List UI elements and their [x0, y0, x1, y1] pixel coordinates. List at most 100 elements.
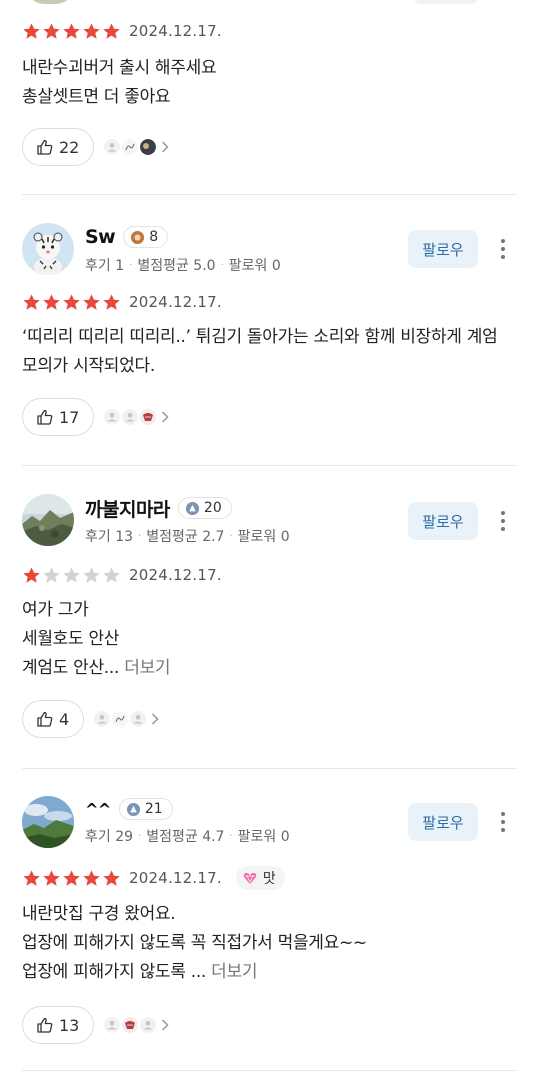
average-rating: 별점평균 4.7	[146, 829, 225, 845]
avatar[interactable]	[22, 796, 74, 848]
person-placeholder-icon	[122, 409, 139, 425]
thumbs-up-icon	[36, 710, 54, 728]
rating-row: 2024.12.17.	[22, 564, 222, 586]
liker-avatars[interactable]	[94, 711, 160, 727]
liker-avatars[interactable]	[104, 409, 170, 425]
level-badge: 20	[177, 497, 232, 519]
review-text: 여가 그가 세월호도 안산 계엄도 안산... 더보기	[22, 596, 517, 683]
review-date: 2024.12.17.	[129, 869, 222, 887]
liker-avatar	[112, 711, 129, 727]
like-count: 22	[59, 137, 80, 157]
review-text-line: 내란수괴버거 출시 해주세요	[22, 58, 217, 78]
follow-button[interactable]: 팔로우	[408, 803, 478, 841]
average-rating: 별점평균 5.0	[137, 258, 216, 274]
user-name-row: 까불지마라 20	[85, 495, 232, 521]
like-button[interactable]: 4	[22, 700, 85, 738]
separator-dot: ·	[220, 259, 224, 271]
chevron-right-icon	[148, 712, 160, 726]
review-count: 후기 13	[85, 529, 134, 545]
separator-dot: ·	[229, 530, 233, 542]
star-empty-icon	[102, 566, 121, 585]
level-number: 20	[203, 500, 222, 516]
review-text-line: 업장에 피해가지 않도록 꼭 직접가서 먹을게요~~	[22, 933, 367, 953]
separator-dot: ·	[138, 530, 142, 542]
star-filled-icon	[22, 22, 41, 41]
liker-avatar	[140, 139, 157, 155]
username[interactable]: ^^	[85, 800, 111, 819]
review-count: 후기 29	[85, 829, 134, 845]
follower-count: 팔로워 0	[228, 258, 281, 274]
follow-button[interactable]	[413, 0, 479, 4]
star-filled-icon	[42, 293, 61, 312]
thumbs-up-icon	[36, 408, 54, 426]
like-button[interactable]: 22	[22, 128, 95, 166]
liker-avatars[interactable]	[104, 1017, 170, 1033]
star-rating	[22, 293, 121, 312]
taste-tag: 맛	[235, 866, 285, 890]
avatar[interactable]	[26, 0, 74, 4]
user-stats: 후기 29 · 별점평균 4.7 · 팔로워 0	[85, 826, 290, 846]
tag-label: 맛	[262, 871, 276, 887]
username[interactable]: 까불지마라	[85, 495, 170, 522]
tiger-avatar-icon	[22, 223, 74, 275]
person-placeholder-icon	[130, 711, 147, 727]
star-filled-icon	[62, 869, 81, 888]
star-filled-icon	[82, 22, 101, 41]
review-text-line: 계엄도 안산... 더보기	[22, 654, 517, 683]
follow-button[interactable]: 팔로우	[408, 230, 478, 268]
see-more-link[interactable]: 더보기	[124, 658, 170, 678]
follower-count: 팔로워 0	[237, 829, 290, 845]
review-card: ^^ 21 후기 29 · 별점평균 4.7 · 팔로워 0 팔로우 2024.…	[0, 769, 537, 1069]
avatar[interactable]	[22, 494, 74, 546]
reaction-row: 17	[22, 398, 170, 436]
like-count: 4	[59, 709, 70, 729]
review-text: ‘띠리리 띠리리 띠리리..’ 튀김기 돌아가는 소리와 함께 비장하게 계엄 …	[22, 323, 517, 381]
blue-rank-icon	[126, 802, 140, 816]
level-badge: 21	[118, 798, 173, 820]
review-text: 내란수괴버거 출시 해주세요 총살셋트면 더 좋아요	[22, 54, 517, 112]
user-name-row: Sw 8	[85, 224, 169, 250]
review-text-line: 업장에 피해가지 않도록 ... 더보기	[22, 958, 517, 987]
thumbs-up-icon	[36, 138, 54, 156]
more-options-icon[interactable]	[494, 234, 512, 264]
review-date: 2024.12.17.	[129, 566, 222, 584]
review-text-line: 내란맛집 구경 왔어요.	[22, 904, 176, 924]
rating-row: 2024.12.17.	[22, 291, 222, 313]
star-rating	[22, 869, 121, 888]
star-filled-icon	[42, 869, 61, 888]
heart-gem-icon	[243, 873, 257, 884]
see-more-link[interactable]: 더보기	[211, 962, 257, 982]
star-filled-icon	[82, 293, 101, 312]
chevron-right-icon	[158, 1018, 170, 1032]
person-placeholder-icon	[104, 139, 121, 155]
review-text-line: 세월호도 안산	[22, 629, 120, 649]
like-button[interactable]: 13	[22, 1006, 95, 1044]
separator-dot: ·	[138, 830, 142, 842]
avatar[interactable]	[22, 223, 74, 275]
person-placeholder-icon	[104, 1017, 121, 1033]
star-empty-icon	[62, 566, 81, 585]
username[interactable]: Sw	[85, 226, 116, 248]
star-filled-icon	[102, 22, 121, 41]
person-placeholder-icon	[94, 711, 111, 727]
star-filled-icon	[62, 22, 81, 41]
liker-avatar	[140, 409, 157, 425]
review-date: 2024.12.17.	[129, 22, 222, 40]
like-button[interactable]: 17	[22, 398, 95, 436]
thumbs-up-icon	[36, 1016, 54, 1034]
follow-button[interactable]: 팔로우	[408, 502, 478, 540]
star-empty-icon	[82, 566, 101, 585]
star-empty-icon	[42, 566, 61, 585]
liker-avatars[interactable]	[104, 139, 170, 155]
more-options-icon[interactable]	[494, 506, 512, 536]
chevron-right-icon	[158, 410, 170, 424]
review-text-body: ‘띠리리 띠리리 띠리리..’ 튀김기 돌아가는 소리와 함께 비장하게 계엄 …	[22, 327, 498, 376]
follower-count: 팔로워 0	[237, 529, 290, 545]
landscape-photo-avatar	[22, 796, 74, 848]
average-rating: 별점평균 2.7	[146, 529, 225, 545]
more-options-icon[interactable]	[494, 807, 512, 837]
review-text-line: 총살셋트면 더 좋아요	[22, 87, 171, 107]
star-filled-icon	[82, 869, 101, 888]
star-filled-icon	[22, 293, 41, 312]
star-filled-icon	[102, 293, 121, 312]
